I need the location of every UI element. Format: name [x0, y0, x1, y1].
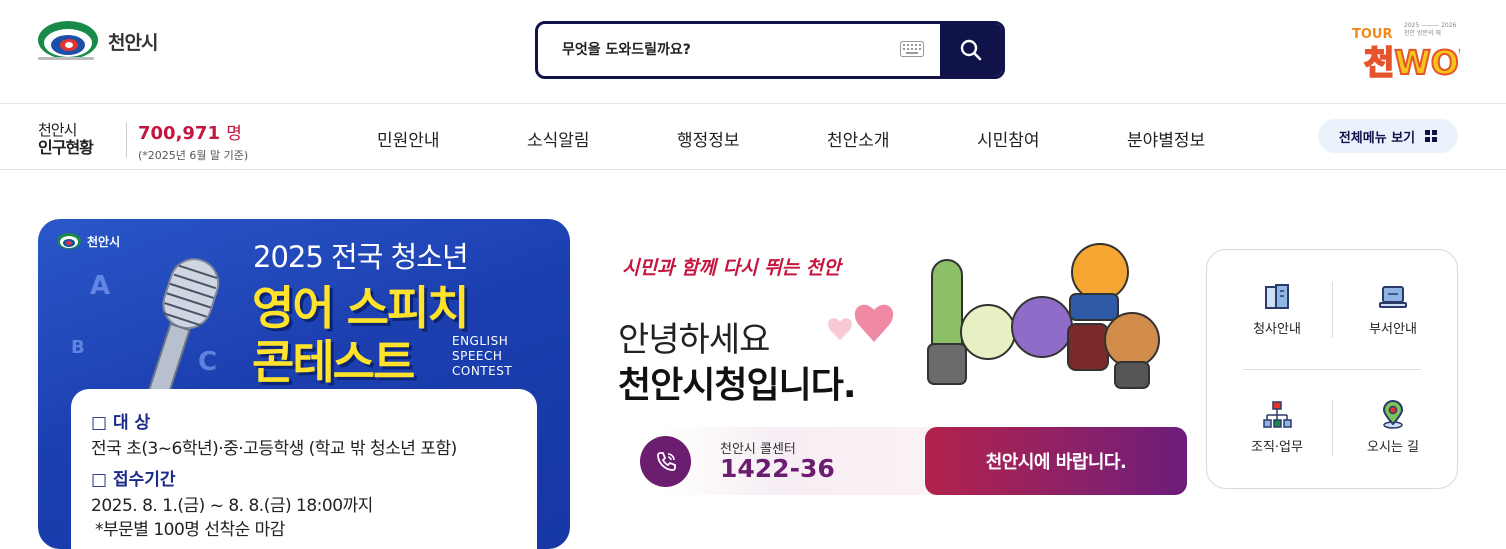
call-center-bar: 천안시 콜센터 1422-36 천안시에 바랍니다. [640, 427, 1187, 495]
microphone-icon [144, 258, 220, 407]
department-guide-icon [1379, 286, 1407, 308]
quick-link-label: 조직·업무 [1251, 440, 1303, 455]
building-guide-icon [1265, 284, 1289, 309]
keyboard-icon[interactable] [900, 41, 924, 57]
menu-item-civil-service[interactable]: 민원안내 [377, 126, 440, 151]
main-navigation: 천안시 인구현황 700,971 명 (*2025년 6월 말 기준) 민원안내… [0, 105, 1506, 170]
tour-cheonan-logo[interactable]: 2025 ——— 2026 천안 방문의 해 TOUR 천WOW [1350, 18, 1496, 83]
decor-letter: A [90, 271, 111, 301]
svg-text:TOUR: TOUR [1352, 27, 1393, 42]
city-emblem-icon [38, 21, 98, 60]
banner-org: 천안시 [56, 232, 120, 250]
all-menu-button[interactable]: 전체메뉴 보기 [1318, 119, 1458, 153]
quick-link-label: 청사안내 [1253, 322, 1301, 337]
site-logo[interactable]: 천안시 [36, 18, 158, 64]
banner-english-title: ENGLISH SPEECH CONTEST [452, 334, 513, 378]
greeting-text: 안녕하세요 [618, 320, 770, 360]
svg-text:천WOW: 천WOW [1364, 43, 1460, 82]
petition-button[interactable]: 천안시에 바랍니다. [925, 427, 1187, 495]
logo-text: 천안시 [108, 31, 158, 54]
banner-info-box: □ 대 상 전국 초(3~6학년)·중·고등학생 (학교 밖 청소년 포함) □… [71, 389, 537, 549]
quick-link-department-guide[interactable]: 부서안내 [1338, 282, 1448, 337]
location-pin-icon [1382, 400, 1404, 429]
search-bar [535, 21, 1005, 79]
svg-text:2025 ——— 2026: 2025 ——— 2026 [1404, 22, 1457, 29]
phone-call-icon [640, 436, 691, 487]
svg-text:천안 방문의 해: 천안 방문의 해 [1404, 29, 1441, 37]
quick-link-directions[interactable]: 오시는 길 [1338, 400, 1448, 455]
menu-item-about-cheonan[interactable]: 천안소개 [827, 126, 890, 151]
population-label: 천안시 인구현황 [38, 121, 94, 157]
decor-letter: B [71, 337, 85, 358]
menu-item-news[interactable]: 소식알림 [527, 126, 590, 151]
quick-link-organization[interactable]: 조직·업무 [1222, 400, 1332, 455]
contest-banner[interactable]: 천안시 A B C 2025 전국 청소년 영어 스피치 콘테스트 ENGLIS… [38, 219, 570, 549]
city-slogan: 시민과 함께 다시 뛰는 천안 [622, 257, 841, 279]
org-chart-icon [1263, 401, 1292, 428]
banner-title-line2: 콘테스트 [252, 335, 415, 389]
grid-menu-icon [1425, 130, 1438, 142]
target-text: 전국 초(3~6학년)·중·고등학생 (학교 밖 청소년 포함) [91, 439, 457, 459]
divider [126, 122, 127, 158]
period-text: 2025. 8. 1.(금) ~ 8. 8.(금) 18:00까지 [91, 496, 373, 516]
quick-link-label: 오시는 길 [1367, 440, 1419, 455]
quick-link-building-guide[interactable]: 청사안내 [1222, 282, 1332, 337]
target-heading: □ 대 상 [91, 413, 151, 433]
city-emblem-icon [57, 233, 81, 249]
population-note: (*2025년 6월 말 기준) [138, 149, 249, 162]
menu-item-admin-info[interactable]: 행정정보 [677, 126, 740, 151]
period-note: *부문별 100명 선착순 마감 [95, 520, 285, 540]
search-button[interactable] [940, 24, 1002, 76]
all-menu-label: 전체메뉴 보기 [1338, 130, 1416, 146]
call-center-number: 1422-36 [720, 454, 835, 483]
menu-item-field-info[interactable]: 분야별정보 [1127, 126, 1205, 151]
site-header: 천안시 2025 ——— 2026 천안 방문의 해 TOUR 천WOW [0, 0, 1506, 104]
divider [1243, 369, 1421, 370]
menu-item-citizen-participation[interactable]: 시민참여 [977, 126, 1040, 151]
banner-year-title: 2025 전국 청소년 [253, 240, 469, 274]
quick-links-panel: 청사안내 부서안내 조직·업무 오시는 길 [1206, 249, 1458, 489]
search-input[interactable] [562, 24, 882, 76]
divider [1332, 282, 1333, 338]
search-icon [960, 39, 982, 61]
divider [1332, 400, 1333, 456]
population-count: 700,971 명 [138, 123, 242, 144]
quick-link-label: 부서안내 [1369, 322, 1417, 337]
mascot-characters-illustration [828, 243, 1160, 389]
period-heading: □ 접수기간 [91, 470, 176, 490]
tour-wow-logo-icon: 2025 ——— 2026 천안 방문의 해 TOUR 천WOW [1352, 22, 1496, 83]
